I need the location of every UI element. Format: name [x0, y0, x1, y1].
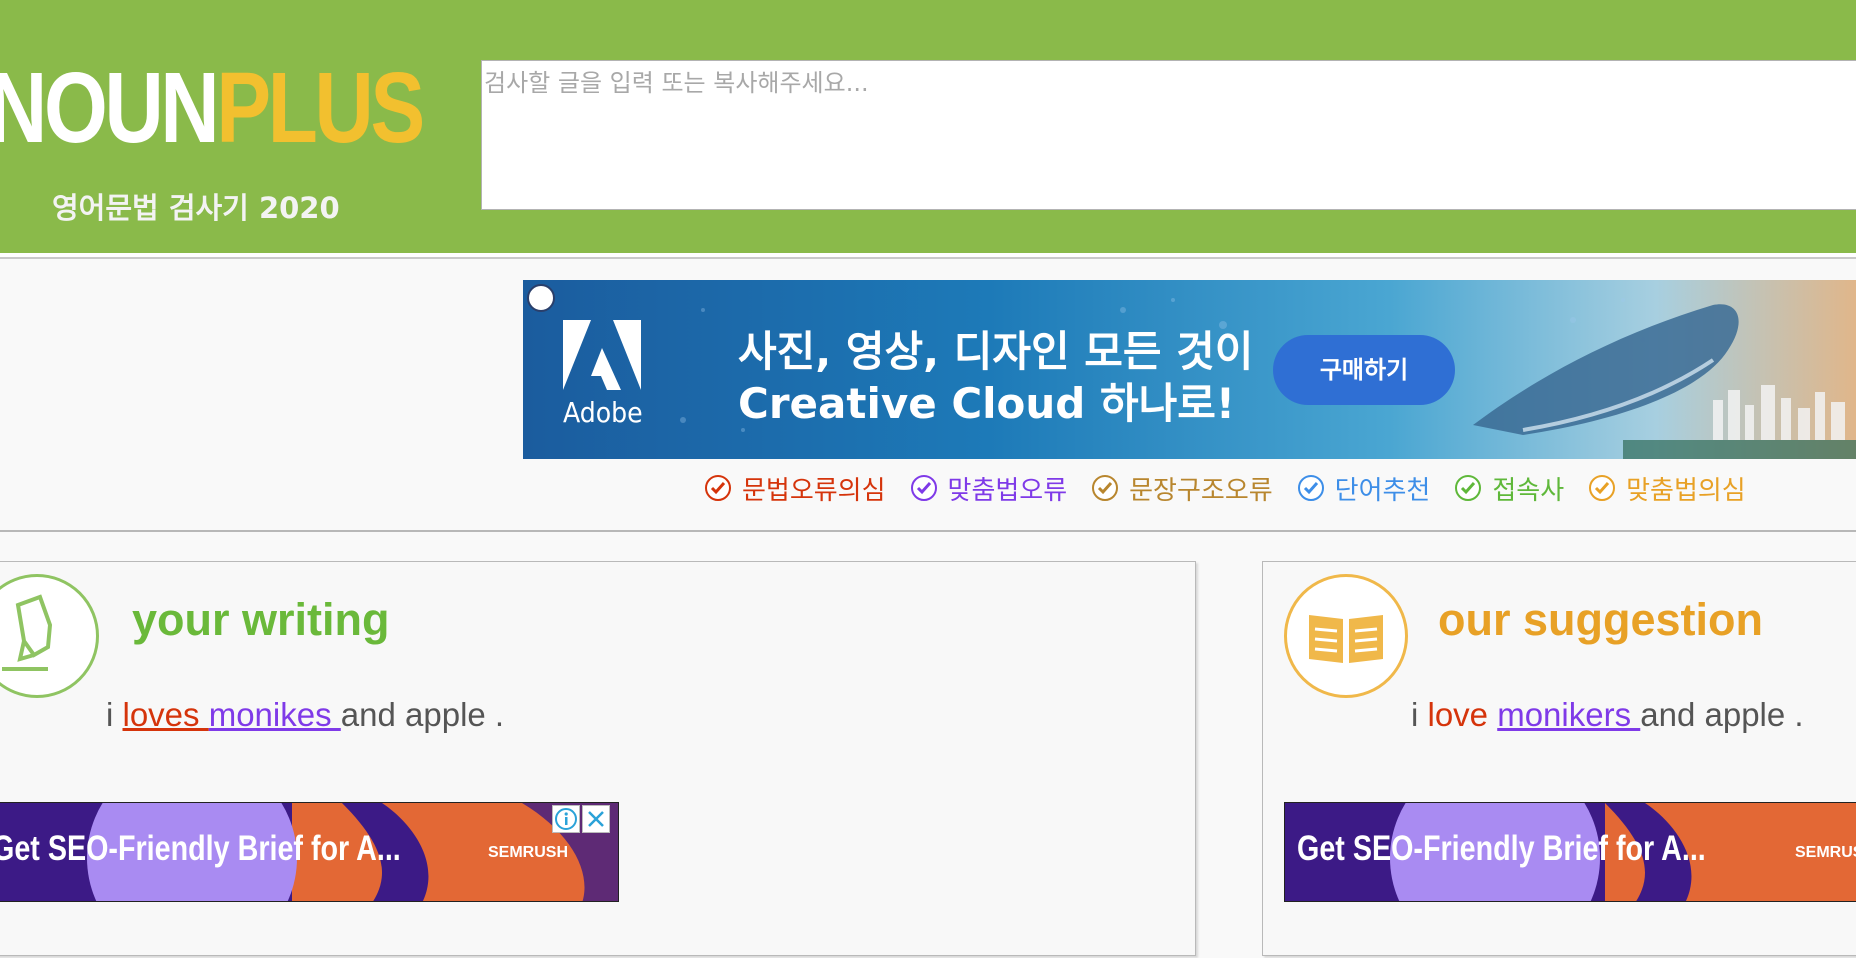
legend-label: 맞춤법의심	[1626, 475, 1746, 506]
ad-headline-2: Creative Cloud 하나로!	[738, 379, 1236, 428]
logo[interactable]: NOUNPLUS	[0, 58, 425, 158]
ad-info-icon[interactable]	[552, 805, 580, 833]
legend-label: 문장구조오류	[1129, 475, 1273, 506]
semrush-ad-text: Get SEO-Friendly Brief for A...	[1297, 829, 1706, 868]
semrush-brand: SEMRUSH	[488, 844, 569, 861]
legend-spelling-suspect: 맞춤법의심	[1588, 470, 1746, 507]
your-writing-title: your writing	[132, 594, 390, 645]
header: NOUNPLUS 영어문법 검사기 2020 검사할 글을 입력 또는 복사해주…	[0, 0, 1856, 257]
check-circle-icon	[1589, 475, 1616, 501]
word: i	[106, 696, 123, 733]
legend-word-recommendation: 단어추천	[1297, 470, 1431, 507]
tagline: 영어문법 검사기 2020	[52, 191, 340, 225]
semrush-ad-left[interactable]: Get SEO-Friendly Brief for A... SEMRUSH	[0, 802, 619, 902]
check-circle-icon	[1092, 475, 1119, 501]
legend-label: 단어추천	[1334, 475, 1431, 506]
semrush-ad-text: Get SEO-Friendly Brief for A...	[0, 829, 401, 868]
check-circle-icon	[705, 475, 731, 501]
grammar-error-word[interactable]: loves	[123, 696, 209, 733]
book-icon	[1284, 574, 1408, 698]
ad-privacy-icon[interactable]	[527, 284, 555, 312]
corrected-word[interactable]: love	[1428, 696, 1498, 733]
highlighter-icon	[0, 574, 99, 698]
legend-conjunction: 접속사	[1454, 470, 1564, 507]
your-writing-panel: your writing i loves monikes and apple .…	[0, 561, 1196, 956]
legend-spelling-error: 맞춤법오류	[910, 470, 1068, 507]
semrush-ad-right[interactable]: Get SEO-Friendly Brief for A... SEMRUSH	[1284, 802, 1856, 902]
legend-structure-error: 문장구조오류	[1091, 470, 1273, 507]
spelling-error-word[interactable]: monikes	[209, 696, 341, 733]
check-circle-icon	[1297, 475, 1324, 501]
header-divider	[0, 257, 1856, 259]
grammar-input[interactable]: 검사할 글을 입력 또는 복사해주세요...	[481, 60, 1856, 210]
check-circle-icon	[910, 475, 937, 501]
suggested-sentence: i love monikers and apple .	[1411, 696, 1804, 734]
corrected-spelling-word[interactable]: monikers	[1497, 696, 1640, 733]
legend-label: 맞춤법오류	[947, 475, 1068, 506]
original-sentence: i loves monikes and apple .	[106, 696, 504, 734]
legend-label: 문법오류의심	[742, 475, 886, 506]
error-legend: 문법오류의심 맞춤법오류 문장구조오류 단어추천 접속사 맞춤법의심	[704, 468, 1770, 508]
adobe-ad-banner[interactable]: Adobe 사진, 영상, 디자인 모든 것이 Creative Cloud 하…	[523, 280, 1856, 459]
legend-label: 접속사	[1492, 475, 1565, 506]
section-divider	[0, 530, 1856, 532]
word: and apple .	[1640, 696, 1804, 733]
logo-plus: PLUS	[216, 52, 425, 164]
ad-close-icon[interactable]	[582, 805, 610, 833]
semrush-brand: SEMRUSH	[1795, 844, 1856, 861]
legend-grammar-error: 문법오류의심	[704, 470, 886, 507]
logo-noun: NOUN	[0, 52, 220, 164]
adobe-label: Adobe	[563, 396, 643, 429]
word: and apple .	[340, 696, 505, 733]
our-suggestion-panel: our suggestion i love monikers and apple…	[1262, 561, 1856, 956]
our-suggestion-title: our suggestion	[1438, 594, 1763, 645]
ad-buy-button[interactable]: 구매하기	[1273, 335, 1455, 405]
check-circle-icon	[1455, 475, 1482, 501]
word: i	[1411, 696, 1428, 733]
